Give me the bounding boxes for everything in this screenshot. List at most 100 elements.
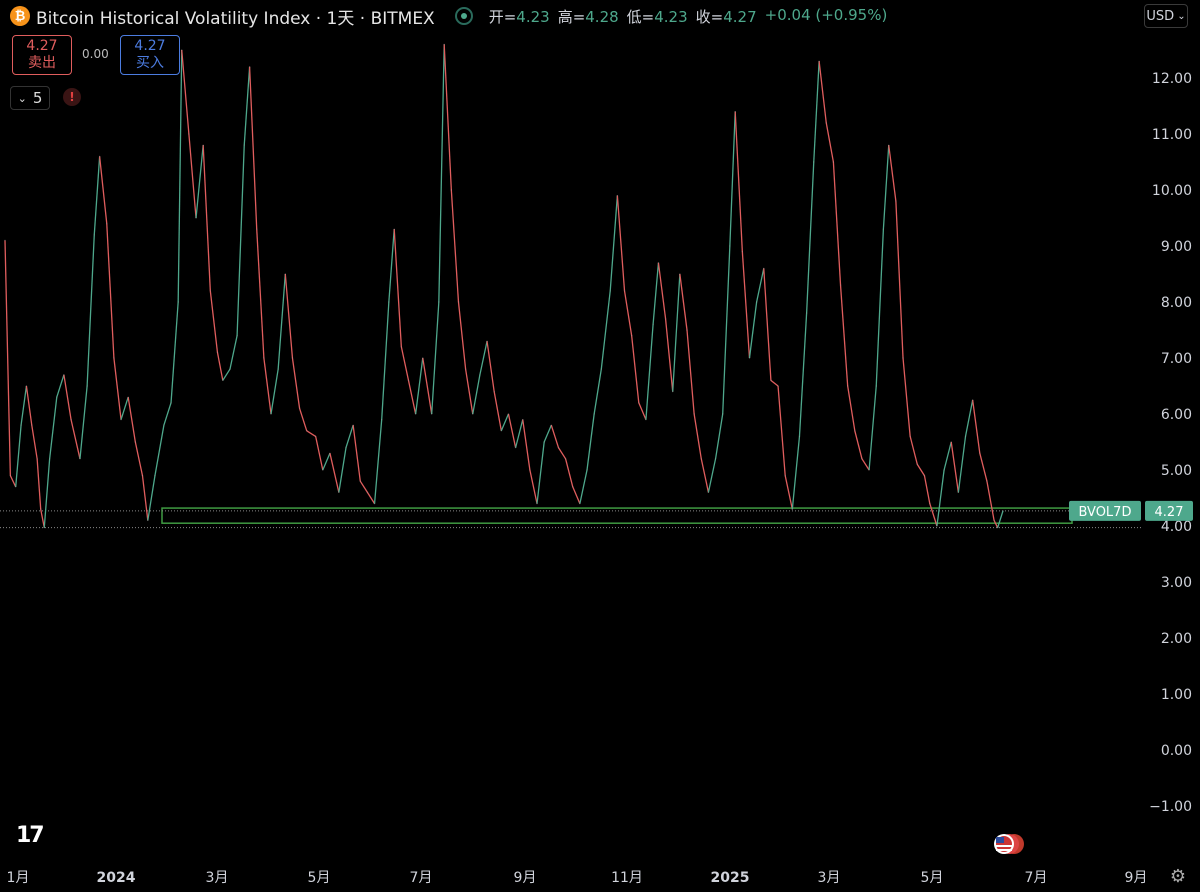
series-segment xyxy=(177,49,183,303)
series-segment xyxy=(657,262,667,319)
series-segment xyxy=(338,447,347,493)
series-segment xyxy=(993,520,999,528)
data-point xyxy=(986,480,988,482)
data-point xyxy=(457,301,460,303)
series-segment xyxy=(623,290,633,336)
data-point xyxy=(657,262,660,264)
gear-icon[interactable]: ⚙ xyxy=(1170,866,1186,887)
series-segment xyxy=(195,145,204,219)
data-point xyxy=(882,228,884,230)
data-point xyxy=(127,396,129,398)
chart-header: ₿ Bitcoin Historical Volatility Index · … xyxy=(10,4,887,29)
series-segment xyxy=(359,480,368,493)
chart-canvas[interactable]: 12.00 11.00 10.00 9.00 8.00 7.00 6.00 5.00 4.00 3… xyxy=(0,0,1200,892)
tradingview-logo-icon[interactable]: 17 xyxy=(16,823,45,848)
data-point xyxy=(832,161,834,163)
indicators-toggle[interactable]: ⌄ 5 xyxy=(10,86,50,110)
data-point xyxy=(997,527,999,529)
data-point xyxy=(79,458,81,460)
data-point xyxy=(756,301,758,303)
us-flag-icon[interactable] xyxy=(992,832,1028,856)
data-point xyxy=(572,486,574,488)
data-point xyxy=(345,447,347,449)
series-segment xyxy=(154,425,165,476)
data-point xyxy=(693,413,695,415)
series-segment xyxy=(936,469,945,527)
data-point xyxy=(825,122,827,124)
series-segment xyxy=(400,346,410,381)
data-point xyxy=(70,419,72,421)
currency-select[interactable]: USD ⌄ xyxy=(1144,4,1188,28)
series-segment xyxy=(813,61,820,163)
data-point xyxy=(957,491,959,493)
data-point xyxy=(181,49,183,51)
data-point xyxy=(1002,510,1004,512)
series-segment xyxy=(557,447,567,460)
series-segment xyxy=(593,369,602,415)
warning-icon[interactable]: ! xyxy=(63,88,81,106)
data-point xyxy=(443,43,445,46)
data-point xyxy=(236,335,238,337)
data-point xyxy=(322,469,324,471)
series-segment xyxy=(366,492,376,504)
series-segment xyxy=(645,324,654,420)
sell-button[interactable]: 4.27 卖出 xyxy=(12,35,72,75)
series-segment xyxy=(586,413,595,471)
data-point xyxy=(120,419,122,421)
series-segment xyxy=(315,436,324,471)
series-segment xyxy=(832,161,842,286)
data-point xyxy=(616,195,618,197)
data-point xyxy=(875,385,877,387)
open-label: 开= xyxy=(488,7,517,26)
data-point xyxy=(500,430,502,432)
series-segment xyxy=(514,419,524,448)
x-tick-label: 2024 xyxy=(97,870,136,886)
buy-button[interactable]: 4.27 买入 xyxy=(120,35,180,75)
series-segment xyxy=(236,145,245,336)
series-segment xyxy=(693,413,702,459)
series-segment xyxy=(329,453,340,493)
series-segment xyxy=(216,352,224,381)
series-segment xyxy=(763,268,772,381)
symbol-tag-label: BVOL7D xyxy=(1079,505,1132,520)
data-point xyxy=(373,503,376,505)
data-point xyxy=(56,396,58,398)
data-point xyxy=(806,312,808,314)
series-segment xyxy=(784,475,793,510)
data-point xyxy=(979,452,981,454)
data-point xyxy=(557,447,560,449)
market-status-icon[interactable] xyxy=(454,7,473,25)
series-segment xyxy=(825,122,835,163)
series-segment xyxy=(957,436,967,493)
data-point xyxy=(515,447,517,449)
data-point xyxy=(700,458,702,460)
y-tick-label: 3.00 xyxy=(1161,575,1192,591)
symbol-title[interactable]: Bitcoin Historical Volatility Index · 1天… xyxy=(36,4,435,29)
series-segment xyxy=(997,510,1004,528)
data-point xyxy=(729,245,731,247)
data-point xyxy=(20,424,22,426)
data-point xyxy=(465,368,467,370)
series-segment xyxy=(443,44,452,191)
series-segment xyxy=(493,391,502,431)
series-segment xyxy=(40,509,45,528)
data-point xyxy=(763,267,765,269)
buy-label: 买入 xyxy=(136,55,164,71)
data-point xyxy=(847,385,849,387)
x-tick-label: 5月 xyxy=(921,870,944,886)
data-point xyxy=(229,368,231,370)
data-point xyxy=(579,503,581,505)
data-point xyxy=(623,290,626,292)
series-segment xyxy=(895,201,904,359)
data-point xyxy=(49,458,51,460)
last-price-label: 4.27 xyxy=(1155,505,1184,520)
data-point xyxy=(93,234,95,236)
x-tick-label: 7月 xyxy=(410,870,433,886)
series-segment xyxy=(791,436,801,510)
series-segment xyxy=(134,441,144,476)
series-segment xyxy=(373,419,383,504)
data-point xyxy=(593,413,595,415)
data-point xyxy=(31,424,33,426)
data-point xyxy=(609,290,611,292)
series-segment xyxy=(777,385,786,476)
